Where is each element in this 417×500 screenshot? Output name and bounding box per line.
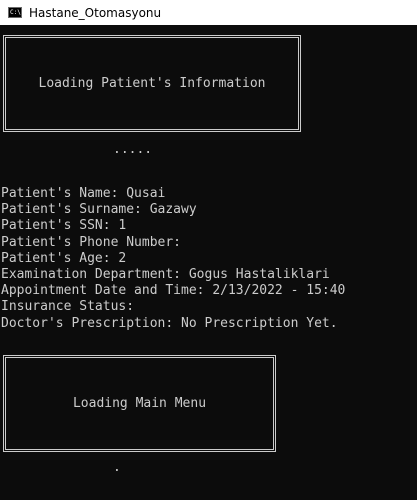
patient-ssn-line: Patient's SSN: 1 [1,218,127,234]
patient-phone-line: Patient's Phone Number: [1,234,182,250]
title-bar[interactable]: C:\ Hastane_Otomasyonu [0,0,417,25]
insurance-status-line: Insurance Status: [1,299,135,315]
progress-dots-bottom: . [113,460,121,475]
examination-department-line: Examination Department: Gogus Hastalikla… [1,266,330,282]
prescription-line: Doctor's Prescription: No Prescription Y… [1,315,338,331]
patient-age-line: Patient's Age: 2 [1,250,127,266]
window-title: Hastane_Otomasyonu [29,5,162,20]
patient-info-list: Patient's Name: Qusai Patient's Surname:… [1,186,345,332]
console-output: Loading Patient's Information ..... Pati… [0,25,417,500]
loading-menu-box: Loading Main Menu [3,355,276,452]
appointment-line: Appointment Date and Time: 2/13/2022 - 1… [1,283,346,299]
loading-patient-box: Loading Patient's Information [3,35,301,132]
loading-menu-text: Loading Main Menu [72,396,207,411]
patient-surname-line: Patient's Surname: Gazawy [1,202,197,218]
console-icon: C:\ [8,7,22,18]
loading-patient-text: Loading Patient's Information [38,76,266,91]
console-window: C:\ Hastane_Otomasyonu Loading Patient's… [0,0,417,500]
progress-dots-top: ..... [113,142,153,157]
patient-name-line: Patient's Name: Qusai [1,186,166,201]
